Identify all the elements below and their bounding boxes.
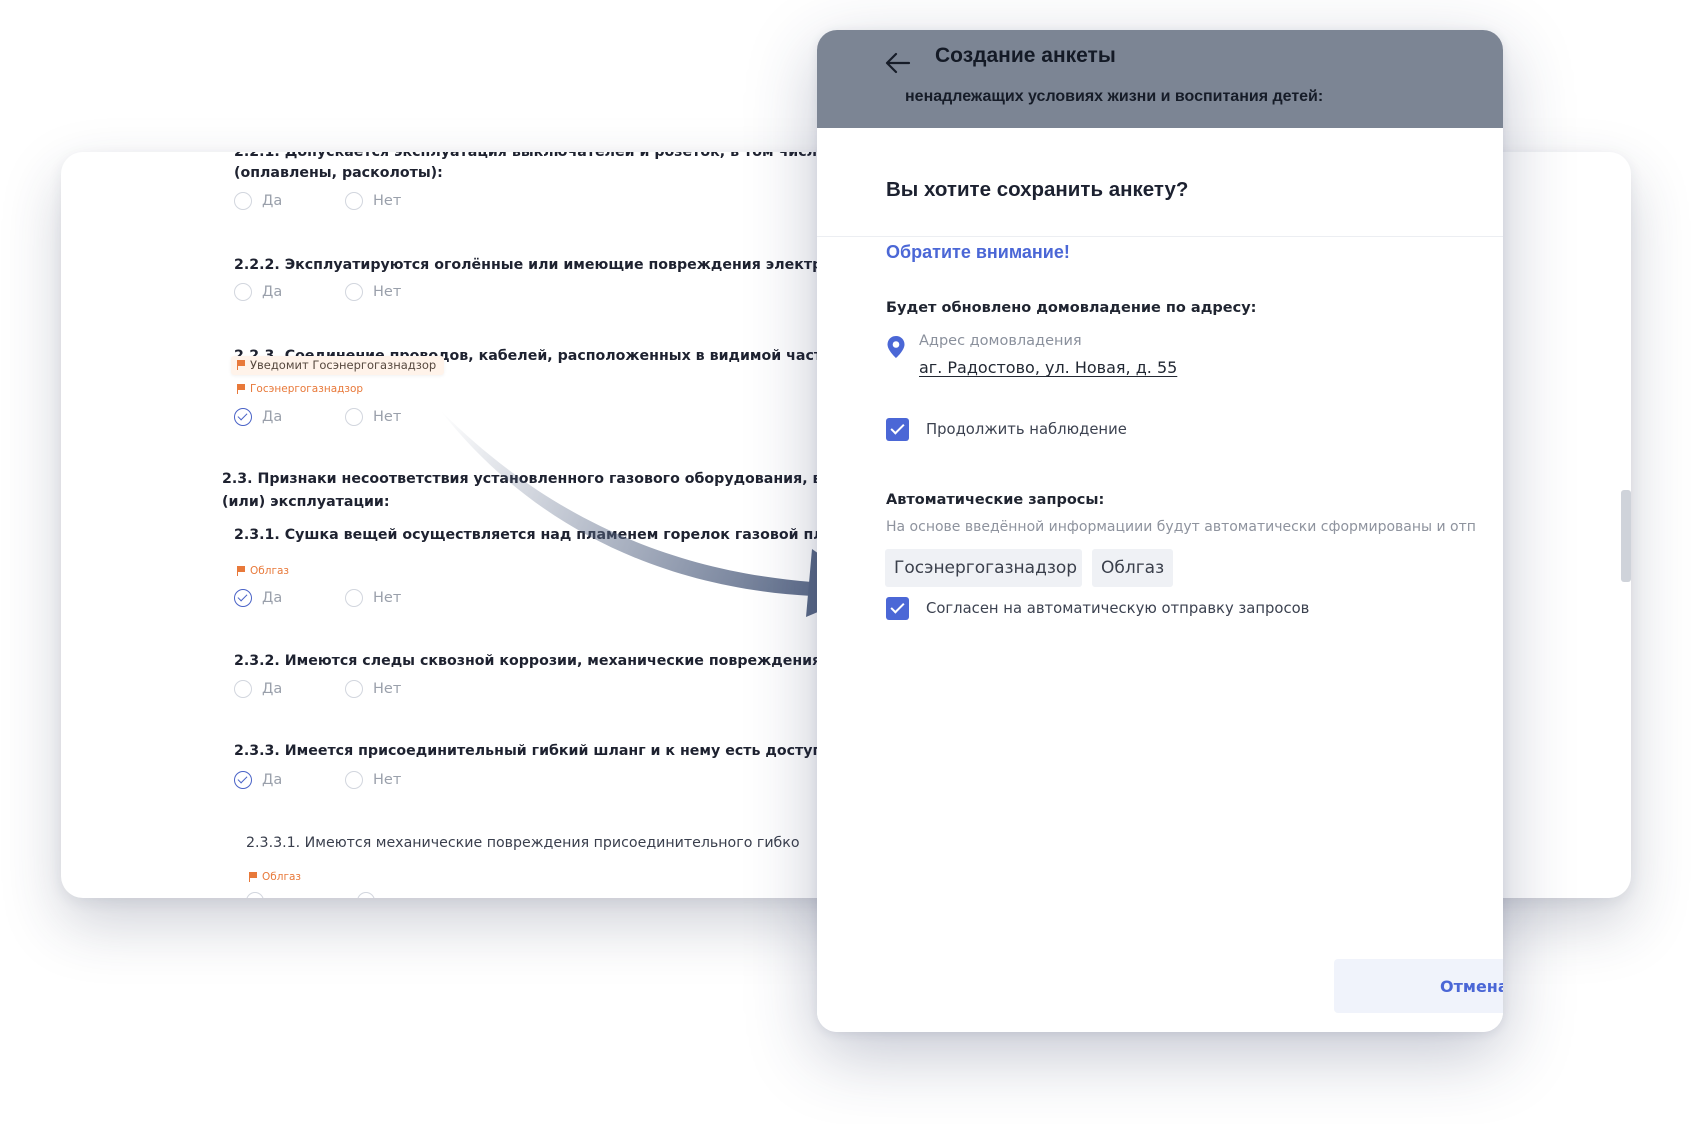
checkbox-checked-icon[interactable]	[886, 597, 909, 620]
option-label: Да	[262, 772, 283, 788]
section-2-3-title-continued: (или) эксплуатации:	[222, 494, 390, 510]
option-yes-2-2-3[interactable]: Да	[234, 408, 282, 426]
radio-icon[interactable]	[345, 192, 363, 210]
option-label: Нет	[373, 681, 402, 697]
update-address-label: Будет обновлено домовладение по адресу:	[886, 300, 1257, 316]
radio-checked-icon[interactable]	[234, 771, 252, 789]
question-2-2-2: 2.2.2. Эксплуатируются оголённые или име…	[234, 257, 852, 273]
option-label: Нет	[373, 590, 402, 606]
question-2-2-1-continued: (оплавлены, расколоты):	[234, 165, 443, 181]
arrow-left-icon[interactable]	[883, 48, 913, 78]
tag-gosenergogaznadzor: Госэнергогазнадзор	[237, 383, 363, 395]
radio-checked-icon[interactable]	[234, 589, 252, 607]
chip-gosenergogaznadzor[interactable]: Госэнергогазнадзор	[885, 549, 1082, 587]
auto-requests-title: Автоматические запросы:	[886, 492, 1105, 508]
option-label: Нет	[373, 409, 402, 425]
option-label: Да	[262, 681, 283, 697]
flag-icon	[237, 566, 245, 576]
chip-oblgaz[interactable]: Облгаз	[1092, 549, 1173, 587]
option-yes-2-2-2[interactable]: Да	[234, 283, 282, 301]
radio-icon[interactable]	[357, 892, 375, 898]
option-no-2-3-2[interactable]: Нет	[345, 680, 401, 698]
radio-icon[interactable]	[345, 408, 363, 426]
section-2-3-title: 2.3. Признаки несоответствия установленн…	[222, 471, 852, 487]
option-no-2-2-2[interactable]: Нет	[345, 283, 401, 301]
option-yes-2-3-3-1[interactable]	[246, 892, 264, 898]
radio-checked-icon[interactable]	[234, 408, 252, 426]
tooltip-text: Уведомит Госэнергогазнадзор	[250, 358, 437, 372]
map-pin-icon	[887, 336, 905, 358]
option-label: Да	[262, 193, 283, 209]
option-no-2-3-1[interactable]: Нет	[345, 589, 401, 607]
flag-icon	[237, 384, 245, 394]
panel-subtitle: ненадлежащих условиях жизни и воспитания…	[905, 88, 1324, 105]
consent-checkbox[interactable]: Согласен на автоматическую отправку запр…	[886, 597, 1309, 620]
flag-icon	[237, 360, 245, 370]
tag-label: Облгаз	[262, 871, 301, 883]
radio-icon[interactable]	[234, 283, 252, 301]
notify-tooltip: Уведомит Госэнергогазнадзор	[231, 356, 445, 375]
option-yes-2-3-3[interactable]: Да	[234, 771, 282, 789]
question-2-3-1: 2.3.1. Сушка вещей осуществляется над пл…	[234, 527, 861, 543]
tag-label: Облгаз	[250, 565, 289, 577]
radio-icon[interactable]	[345, 771, 363, 789]
checkbox-checked-icon[interactable]	[886, 418, 909, 441]
cancel-button[interactable]: Отмена	[1334, 959, 1503, 1013]
radio-icon[interactable]	[234, 680, 252, 698]
dialog-title: Вы хотите сохранить анкету?	[886, 178, 1189, 201]
option-label: Нет	[373, 772, 402, 788]
option-yes-2-2-1[interactable]: Да	[234, 192, 282, 210]
question-2-3-3: 2.3.3. Имеется присоединительный гибкий …	[234, 743, 828, 759]
attention-notice: Обратите внимание!	[886, 242, 1070, 262]
option-yes-2-3-1[interactable]: Да	[234, 589, 282, 607]
option-label: Нет	[373, 284, 402, 300]
dialog-divider	[817, 236, 1503, 237]
option-label: Да	[262, 409, 283, 425]
radio-icon[interactable]	[345, 283, 363, 301]
option-no-2-2-3[interactable]: Нет	[345, 408, 401, 426]
continue-observation-checkbox[interactable]: Продолжить наблюдение	[886, 418, 1127, 441]
questionnaire-form: 2.2.1. Допускается эксплуатация выключат…	[61, 152, 865, 898]
radio-icon[interactable]	[345, 680, 363, 698]
question-2-3-2: 2.3.2. Имеются следы сквозной коррозии, …	[234, 653, 852, 669]
flag-icon	[249, 872, 257, 882]
continue-observation-label: Продолжить наблюдение	[926, 421, 1127, 438]
tag-oblgaz: Облгаз	[249, 871, 301, 883]
tag-label: Госэнергогазнадзор	[250, 383, 364, 395]
option-label: Да	[262, 284, 283, 300]
consent-label: Согласен на автоматическую отправку запр…	[926, 600, 1310, 617]
option-no-2-3-3[interactable]: Нет	[345, 771, 401, 789]
option-label: Да	[262, 590, 283, 606]
form-scrollbar[interactable]	[1621, 490, 1631, 582]
auto-requests-description: На основе введённой информациии будут ав…	[886, 519, 1476, 535]
option-no-2-3-3-1[interactable]	[357, 892, 375, 898]
option-no-2-2-1[interactable]: Нет	[345, 192, 401, 210]
radio-icon[interactable]	[234, 192, 252, 210]
save-confirm-dialog: Вы хотите сохранить анкету? Обратите вни…	[817, 128, 1503, 1032]
panel-header: Создание анкеты ненадлежащих условиях жи…	[817, 30, 1503, 128]
question-2-3-3-1: 2.3.3.1. Имеются механические повреждени…	[246, 835, 800, 851]
radio-icon[interactable]	[246, 892, 264, 898]
radio-icon[interactable]	[345, 589, 363, 607]
tag-oblgaz: Облгаз	[237, 565, 289, 577]
create-questionnaire-panel: Создание анкеты ненадлежащих условиях жи…	[817, 30, 1503, 1032]
address-link[interactable]: аг. Радостово, ул. Новая, д. 55	[919, 358, 1177, 377]
option-yes-2-3-2[interactable]: Да	[234, 680, 282, 698]
address-field-label: Адрес домовладения	[919, 333, 1082, 349]
option-label: Нет	[373, 193, 402, 209]
panel-title: Создание анкеты	[935, 44, 1116, 67]
